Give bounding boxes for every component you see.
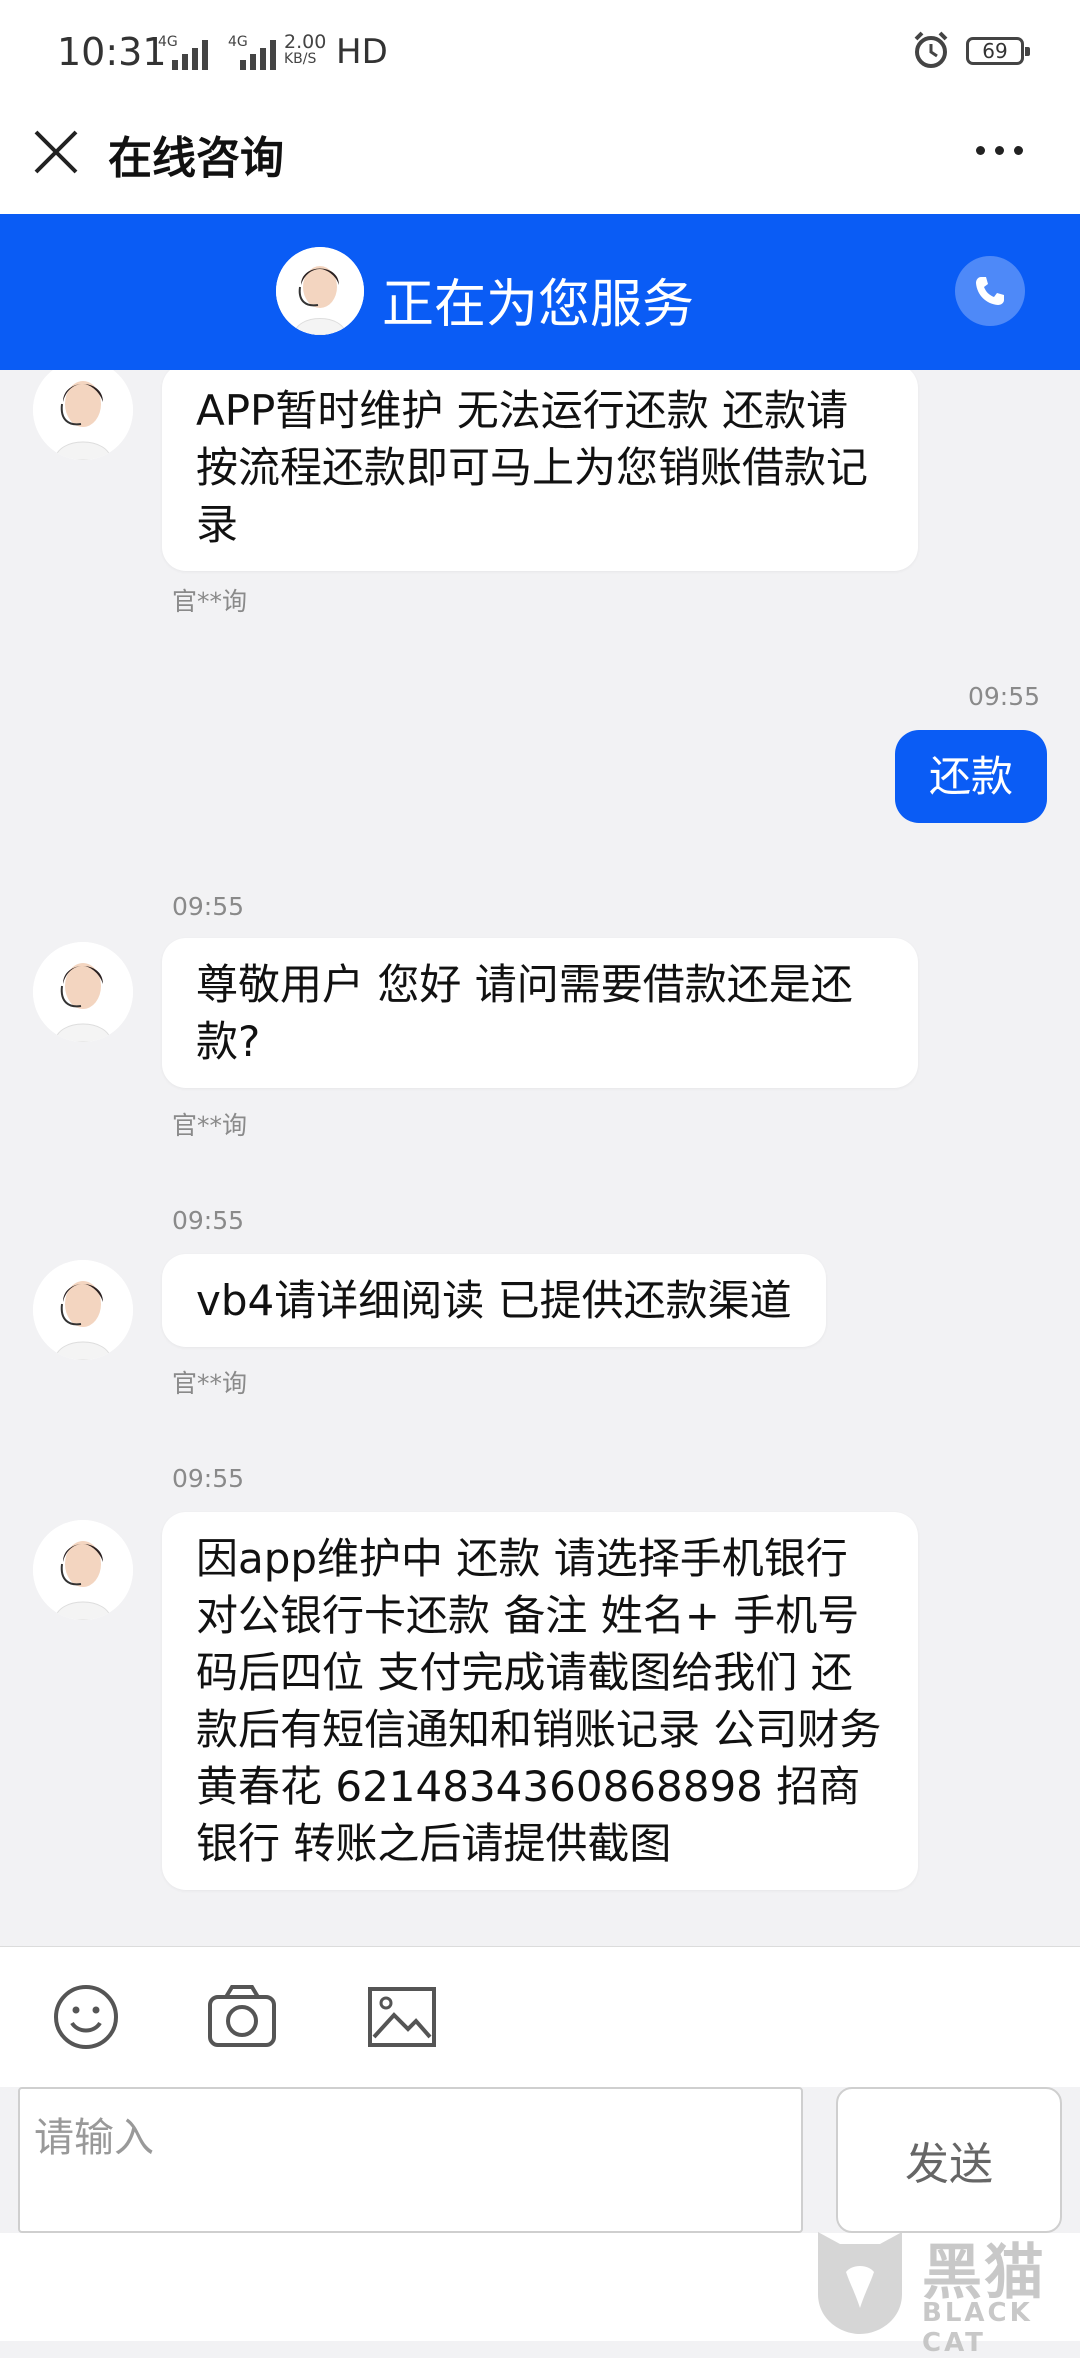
input-toolbar: [0, 1947, 1080, 2087]
cat-logo-icon: [818, 2232, 902, 2334]
close-icon[interactable]: [30, 126, 82, 178]
page-title: 在线咨询: [108, 133, 284, 184]
agent-avatar: [33, 370, 133, 460]
phone-icon: [976, 277, 1004, 305]
watermark-logo: 黑猫 BLACK CAT: [810, 2224, 1076, 2358]
service-banner: 正在为您服务: [0, 214, 1080, 370]
message-time: 09:55: [172, 1464, 245, 1493]
signal-2: 4G: [218, 34, 278, 72]
signal-1: 4G: [158, 34, 208, 72]
call-button[interactable]: [955, 256, 1025, 326]
message-bubble-agent: 尊敬用户 您好 请问需要借款还是还款?: [162, 938, 918, 1088]
send-button[interactable]: 发送: [836, 2087, 1062, 2233]
agent-avatar: [33, 1260, 133, 1360]
agent-avatar: [33, 1520, 133, 1620]
title-bar: 在线咨询: [0, 100, 1080, 214]
message-time: 09:55: [172, 1206, 245, 1235]
sender-name: 官**询: [172, 1111, 248, 1140]
agent-avatar: [276, 247, 364, 335]
network-speed: 2.00 KB/S: [284, 31, 327, 68]
speed-value: 2.00: [284, 31, 327, 53]
emoji-icon[interactable]: [48, 1979, 124, 2055]
message-input[interactable]: 请输入: [18, 2087, 803, 2233]
message-bubble-agent: vb4请详细阅读 已提供还款渠道: [162, 1254, 826, 1347]
status-bar: 10:31 4G 4G 2.00 KB/S HD 69: [0, 0, 1080, 100]
signal-bars-icon: [240, 40, 276, 70]
watermark-subtext: BLACK CAT: [922, 2298, 1033, 2358]
image-icon[interactable]: [364, 1979, 440, 2055]
hd-indicator: HD: [336, 32, 388, 72]
sender-name: 官**询: [172, 587, 248, 616]
banner-status-text: 正在为您服务: [382, 275, 695, 335]
battery-indicator: 69: [966, 37, 1030, 65]
camera-icon[interactable]: [204, 1979, 280, 2055]
signal-bars-icon: [172, 40, 208, 70]
message-bubble-user: 还款: [894, 730, 1047, 823]
sender-name: 官**询: [172, 1369, 248, 1398]
message-bubble-agent: 因app维护中 还款 请选择手机银行 对公银行卡还款 备注 姓名+ 手机号码后四…: [162, 1512, 918, 1890]
agent-avatar: [33, 942, 133, 1042]
more-dots-icon[interactable]: [976, 138, 1032, 162]
speed-unit: KB/S: [284, 51, 317, 67]
message-time: 09:55: [172, 892, 245, 921]
message-time: 09:55: [967, 682, 1040, 711]
message-bubble-agent: APP暂时维护 无法运行还款 还款请按流程还款即可马上为您销账借款记录: [162, 370, 918, 571]
chat-area[interactable]: APP暂时维护 无法运行还款 还款请按流程还款即可马上为您销账借款记录 官**询…: [0, 370, 1080, 1946]
status-time: 10:31: [57, 30, 167, 74]
alarm-clock-icon: [914, 31, 948, 68]
